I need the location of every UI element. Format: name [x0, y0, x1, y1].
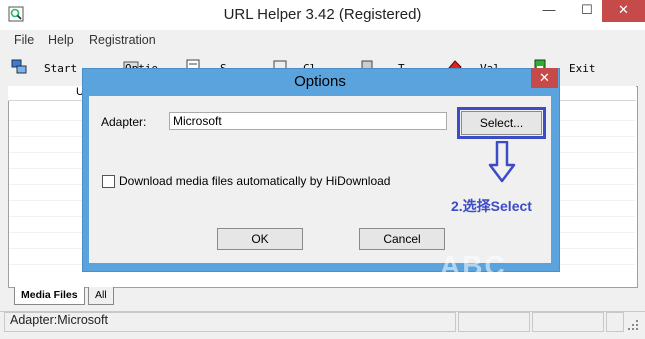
toolbar-start-label[interactable]: Start — [44, 62, 77, 75]
status-cell — [532, 312, 604, 332]
minimize-button[interactable]: — — [530, 0, 568, 22]
dialog-title: Options — [294, 73, 346, 90]
cancel-button[interactable]: Cancel — [359, 228, 445, 250]
menu-registration[interactable]: Registration — [89, 33, 156, 47]
arrow-down-icon — [488, 141, 516, 183]
menu-file[interactable]: File — [14, 33, 34, 47]
tab-all[interactable]: All — [88, 287, 114, 305]
status-cell — [458, 312, 530, 332]
adapter-field[interactable] — [169, 112, 447, 130]
close-button[interactable]: ✕ — [602, 0, 645, 22]
annotation-text: 2.选择Select — [451, 198, 532, 214]
select-button[interactable]: Select... — [461, 111, 542, 135]
maximize-button[interactable]: ☐ — [568, 0, 606, 22]
status-text: Adapter:Microsoft — [10, 313, 108, 327]
auto-download-label[interactable]: Download media files automatically by Hi… — [119, 174, 390, 188]
adapter-label: Adapter: — [101, 115, 147, 129]
auto-download-checkbox[interactable] — [102, 175, 115, 188]
toolbar-exit-label[interactable]: Exit — [569, 62, 596, 75]
tab-media-files[interactable]: Media Files — [14, 287, 85, 305]
resize-grip-icon[interactable] — [626, 318, 640, 332]
dialog-close-button[interactable]: ✕ — [531, 68, 558, 88]
status-cell — [606, 312, 624, 332]
menu-help[interactable]: Help — [48, 33, 74, 47]
watermark: ABC — [440, 250, 507, 281]
start-icon[interactable] — [10, 58, 28, 76]
ok-button[interactable]: OK — [217, 228, 303, 250]
